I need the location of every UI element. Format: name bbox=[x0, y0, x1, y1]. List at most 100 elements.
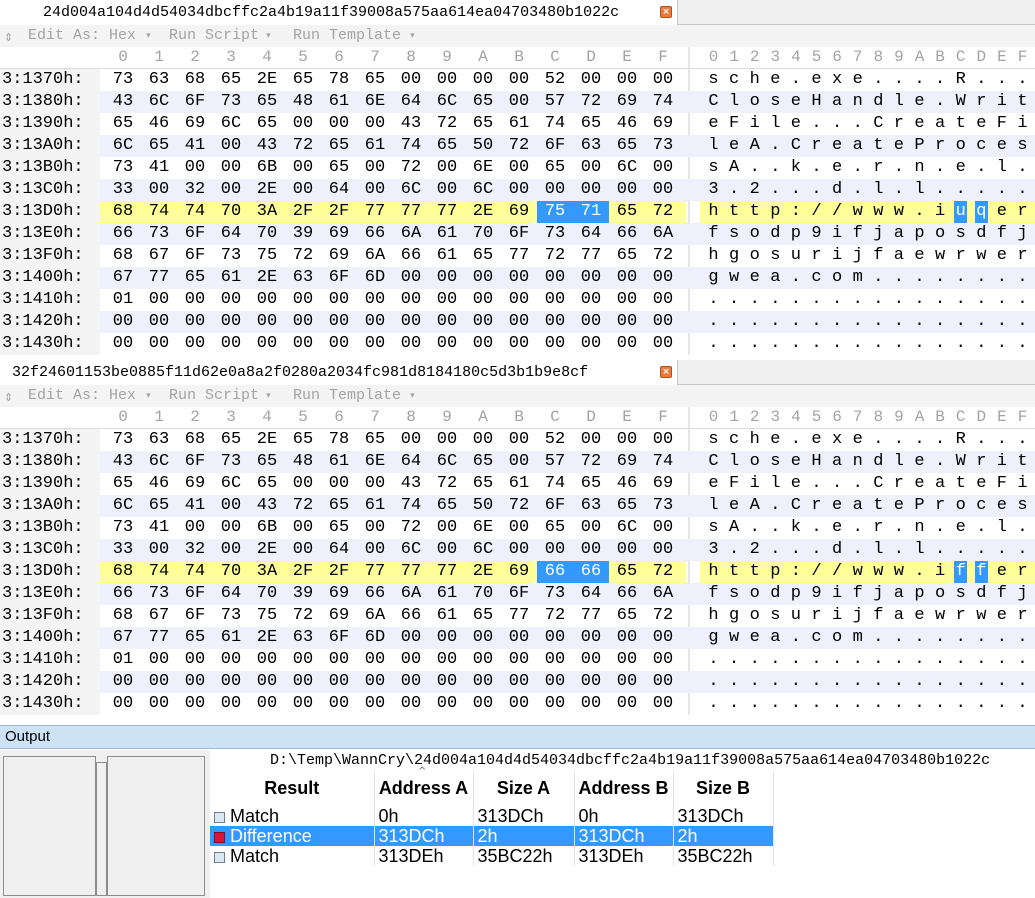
ascii-char[interactable]: h bbox=[707, 561, 720, 583]
ascii-char[interactable]: . bbox=[954, 267, 967, 289]
chevron-down-icon[interactable]: ▾ bbox=[146, 31, 151, 41]
hex-byte[interactable]: 65 bbox=[465, 605, 501, 627]
hex-byte[interactable]: 70 bbox=[465, 583, 501, 605]
ascii-char[interactable]: . bbox=[831, 671, 844, 693]
ascii-char[interactable]: i bbox=[995, 91, 1008, 113]
hex-byte[interactable]: 6F bbox=[177, 91, 213, 113]
ascii-char[interactable]: W bbox=[954, 91, 967, 113]
hex-byte[interactable]: 00 bbox=[573, 333, 609, 355]
ascii-char[interactable]: e bbox=[789, 451, 802, 473]
ascii-char[interactable]: l bbox=[769, 473, 782, 495]
hex-byte[interactable]: 00 bbox=[321, 649, 357, 671]
ascii-char[interactable]: r bbox=[810, 135, 823, 157]
hex-byte[interactable]: 00 bbox=[609, 429, 645, 451]
hex-byte[interactable]: 00 bbox=[105, 671, 141, 693]
hex-byte[interactable]: 73 bbox=[645, 495, 681, 517]
hex-byte[interactable]: 00 bbox=[213, 517, 249, 539]
ascii-char[interactable]: . bbox=[954, 671, 967, 693]
hex-byte[interactable]: 65 bbox=[285, 429, 321, 451]
ascii-char[interactable]: . bbox=[892, 539, 905, 561]
ascii-char[interactable]: s bbox=[728, 223, 741, 245]
hex-byte[interactable]: 61 bbox=[501, 113, 537, 135]
ascii-char[interactable]: . bbox=[707, 289, 720, 311]
hex-byte[interactable]: 73 bbox=[645, 135, 681, 157]
hex-byte[interactable]: 78 bbox=[321, 69, 357, 91]
hex-byte[interactable]: 00 bbox=[501, 311, 537, 333]
hex-byte[interactable]: 00 bbox=[645, 311, 681, 333]
ascii-char[interactable]: C bbox=[789, 495, 802, 517]
hex-byte[interactable]: 00 bbox=[501, 157, 537, 179]
hex-byte[interactable]: 00 bbox=[429, 157, 465, 179]
ascii-char[interactable]: . bbox=[769, 539, 782, 561]
hex-byte[interactable]: 2E bbox=[465, 561, 501, 583]
hex-byte[interactable]: 00 bbox=[465, 267, 501, 289]
hex-byte[interactable]: 46 bbox=[141, 113, 177, 135]
hex-byte[interactable]: 65 bbox=[609, 245, 645, 267]
results-row[interactable]: Difference 313DCh 2h 313DCh 2h bbox=[210, 826, 774, 846]
hex-byte[interactable]: 00 bbox=[429, 179, 465, 201]
ascii-char[interactable]: e bbox=[769, 69, 782, 91]
hex-byte[interactable]: 00 bbox=[141, 289, 177, 311]
hex-byte[interactable]: 72 bbox=[285, 135, 321, 157]
hex-byte[interactable]: 00 bbox=[537, 311, 573, 333]
hex-byte[interactable]: 73 bbox=[105, 69, 141, 91]
ascii-char[interactable]: e bbox=[810, 429, 823, 451]
hex-byte[interactable]: 00 bbox=[609, 267, 645, 289]
ascii-char[interactable]: w bbox=[851, 201, 864, 223]
hex-byte[interactable]: 00 bbox=[609, 179, 645, 201]
hex-byte[interactable]: 00 bbox=[249, 649, 285, 671]
hex-byte[interactable]: 6F bbox=[321, 267, 357, 289]
hex-byte[interactable]: 6C bbox=[213, 113, 249, 135]
ascii-char[interactable]: . bbox=[748, 157, 761, 179]
ascii-char[interactable]: . bbox=[789, 267, 802, 289]
ascii-char[interactable]: j bbox=[872, 583, 885, 605]
hex-byte[interactable]: 00 bbox=[609, 693, 645, 715]
hex-view-body[interactable]: 3:1370h: 73 63 68 65 2E 65 78 65 00 00 00 00 52 00 00 00… bbox=[0, 69, 1035, 355]
hex-byte[interactable]: 74 bbox=[645, 91, 681, 113]
ascii-char[interactable]: . bbox=[831, 333, 844, 355]
hex-byte[interactable]: 00 bbox=[357, 649, 393, 671]
hex-byte[interactable]: 63 bbox=[285, 267, 321, 289]
ascii-char[interactable]: g bbox=[728, 605, 741, 627]
hex-byte[interactable]: 69 bbox=[177, 113, 213, 135]
ascii-char[interactable]: . bbox=[728, 671, 741, 693]
hex-byte[interactable]: 00 bbox=[429, 429, 465, 451]
ascii-char[interactable]: e bbox=[707, 113, 720, 135]
ascii-char[interactable]: d bbox=[831, 539, 844, 561]
ascii-char[interactable]: i bbox=[748, 113, 761, 135]
ascii-char[interactable]: . bbox=[872, 671, 885, 693]
ascii-char[interactable]: r bbox=[810, 245, 823, 267]
ascii-char[interactable]: . bbox=[934, 517, 947, 539]
ascii-char[interactable]: A bbox=[728, 157, 741, 179]
ascii-char[interactable]: e bbox=[789, 91, 802, 113]
hex-byte[interactable]: 65 bbox=[105, 113, 141, 135]
hex-byte[interactable]: 70 bbox=[213, 561, 249, 583]
ascii-char[interactable]: . bbox=[934, 157, 947, 179]
ascii-char[interactable]: i bbox=[1016, 473, 1029, 495]
ascii-char[interactable]: . bbox=[769, 693, 782, 715]
ascii-char[interactable]: p bbox=[789, 583, 802, 605]
hex-byte[interactable]: 77 bbox=[393, 201, 429, 223]
hex-byte[interactable]: 00 bbox=[501, 333, 537, 355]
hex-byte[interactable]: 6F bbox=[177, 223, 213, 245]
ascii-char[interactable]: . bbox=[1016, 429, 1029, 451]
hex-byte[interactable]: 48 bbox=[285, 451, 321, 473]
ascii-char[interactable]: r bbox=[1016, 245, 1029, 267]
ascii-char[interactable]: . bbox=[769, 289, 782, 311]
ascii-char[interactable]: e bbox=[913, 91, 926, 113]
ascii-char[interactable]: j bbox=[872, 223, 885, 245]
hex-byte[interactable]: 61 bbox=[429, 245, 465, 267]
hex-byte[interactable]: 66 bbox=[393, 605, 429, 627]
hex-byte[interactable]: 65 bbox=[573, 473, 609, 495]
hex-byte[interactable]: 72 bbox=[285, 245, 321, 267]
ascii-char[interactable]: r bbox=[1016, 561, 1029, 583]
chevron-down-icon[interactable]: ▾ bbox=[266, 391, 271, 401]
ascii-char[interactable]: m bbox=[851, 267, 864, 289]
ascii-char[interactable]: s bbox=[707, 69, 720, 91]
hex-byte[interactable]: 68 bbox=[105, 245, 141, 267]
hex-byte[interactable]: 00 bbox=[501, 91, 537, 113]
ascii-char[interactable]: . bbox=[707, 333, 720, 355]
ascii-char[interactable]: P bbox=[913, 495, 926, 517]
ascii-char[interactable]: . bbox=[892, 69, 905, 91]
hex-byte[interactable]: 00 bbox=[213, 693, 249, 715]
